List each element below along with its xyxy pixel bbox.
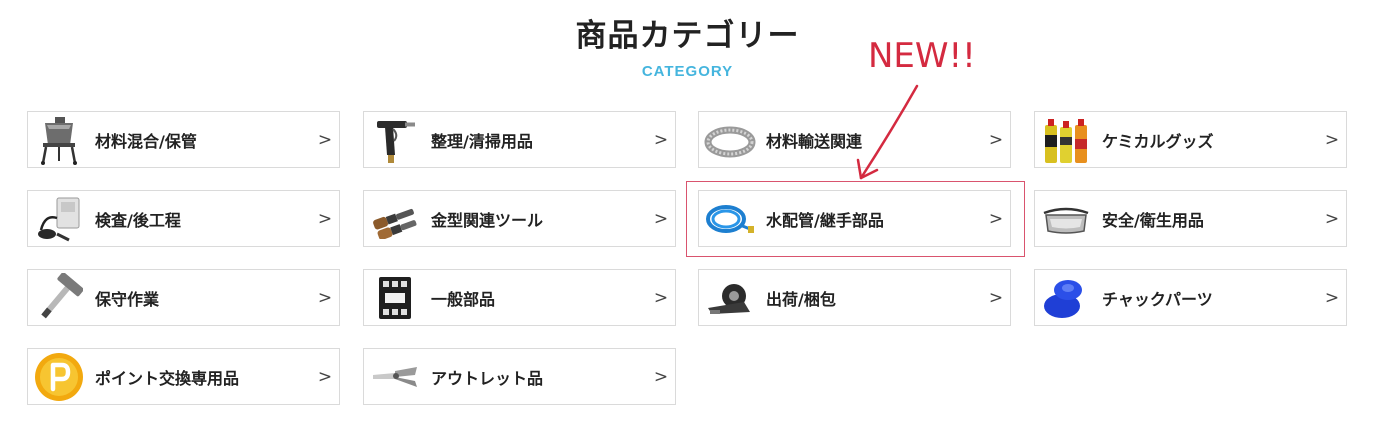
category-label: ポイント交換専用品 — [95, 368, 240, 388]
category-label: 保守作業 — [95, 289, 160, 309]
page-subtitle: CATEGORY — [641, 63, 734, 80]
section-header: 商品カテゴリー CATEGORY — [0, 14, 1375, 81]
suction-cup-icon — [1040, 272, 1092, 324]
chevron-right-icon: > — [317, 287, 333, 308]
chevron-right-icon: > — [1324, 287, 1340, 308]
page-title: 商品カテゴリー — [575, 18, 800, 54]
hammer-icon — [33, 272, 85, 324]
category-label: アウトレット品 — [431, 368, 544, 388]
category-label: 一般部品 — [431, 289, 496, 309]
chevron-right-icon: > — [653, 287, 669, 308]
new-highlight-box — [686, 181, 1025, 257]
mixer-icon — [33, 114, 85, 166]
point-coin-icon — [33, 351, 85, 403]
chevron-right-icon: > — [1324, 129, 1340, 150]
new-annotation-label: NEW!! — [868, 36, 976, 76]
category-card-cleaning[interactable]: 整理/清掃用品 > — [363, 111, 676, 168]
chevron-right-icon: > — [653, 366, 669, 387]
air-gun-icon — [369, 114, 421, 166]
category-card-inspection[interactable]: 検査/後工程 > — [27, 190, 340, 247]
category-label: チャックパーツ — [1102, 289, 1213, 309]
chevron-right-icon: > — [653, 208, 669, 229]
category-label: 材料輸送関連 — [766, 131, 863, 151]
chevron-right-icon: > — [317, 208, 333, 229]
hose-icon — [704, 114, 756, 166]
category-card-chemical[interactable]: ケミカルグッズ > — [1034, 111, 1347, 168]
contactor-icon — [369, 272, 421, 324]
category-card-material-transport[interactable]: 材料輸送関連 > — [698, 111, 1011, 168]
brushes-icon — [369, 193, 421, 245]
category-card-shipping[interactable]: 出荷/梱包 > — [698, 269, 1011, 326]
chevron-right-icon: > — [653, 129, 669, 150]
nippers-icon — [369, 351, 421, 403]
chevron-right-icon: > — [988, 129, 1004, 150]
tape-dispenser-icon — [704, 272, 756, 324]
category-card-outlet[interactable]: アウトレット品 > — [363, 348, 676, 405]
chevron-right-icon: > — [317, 366, 333, 387]
category-card-material-mixing[interactable]: 材料混合/保管 > — [27, 111, 340, 168]
category-card-point-exchange[interactable]: ポイント交換専用品 > — [27, 348, 340, 405]
chevron-right-icon: > — [1324, 208, 1340, 229]
category-label: 整理/清掃用品 — [431, 131, 533, 151]
spray-cans-icon — [1040, 114, 1092, 166]
category-label: 出荷/梱包 — [766, 289, 836, 309]
category-card-general-parts[interactable]: 一般部品 > — [363, 269, 676, 326]
category-card-mold-tools[interactable]: 金型関連ツール > — [363, 190, 676, 247]
category-label: ケミカルグッズ — [1102, 131, 1214, 151]
category-label: 検査/後工程 — [95, 210, 181, 230]
chevron-right-icon: > — [317, 129, 333, 150]
category-card-maintenance[interactable]: 保守作業 > — [27, 269, 340, 326]
chevron-right-icon: > — [988, 287, 1004, 308]
category-label: 材料混合/保管 — [95, 131, 197, 151]
category-card-chuck-parts[interactable]: チャックパーツ > — [1034, 269, 1347, 326]
category-label: 金型関連ツール — [431, 210, 544, 230]
category-card-safety[interactable]: 安全/衛生用品 > — [1034, 190, 1347, 247]
inspection-tool-icon — [33, 193, 85, 245]
safety-goggles-icon — [1040, 193, 1092, 245]
category-label: 安全/衛生用品 — [1102, 210, 1204, 230]
